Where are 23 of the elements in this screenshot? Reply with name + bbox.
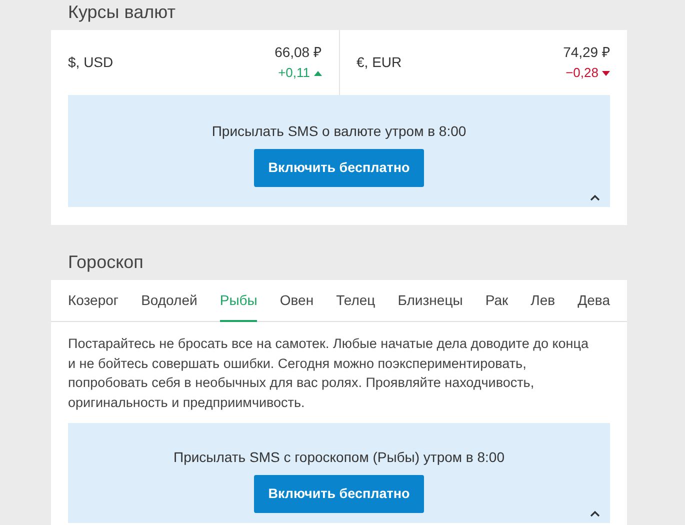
- horoscope-tab[interactable]: Овен: [280, 280, 314, 322]
- horoscope-tab[interactable]: Близнецы: [398, 280, 463, 322]
- collapse-chevron-icon[interactable]: [590, 510, 600, 517]
- rate-change: −0,28: [566, 64, 598, 82]
- horoscope-tab[interactable]: Лев: [530, 280, 556, 322]
- currency-name: €, EUR: [356, 53, 402, 72]
- enable-button[interactable]: Включить бесплатно: [254, 149, 424, 188]
- section-title: Гороскоп: [67, 251, 144, 274]
- rate-value: 74,29 ₽: [563, 43, 610, 62]
- section-title: Курсы валют: [67, 1, 176, 24]
- horoscope-tab[interactable]: Телец: [336, 280, 376, 322]
- rate-value: 66,08 ₽: [274, 43, 322, 62]
- horoscope-tab[interactable]: Дева: [578, 280, 610, 322]
- enable-button[interactable]: Включить бесплатно: [254, 475, 424, 514]
- collapse-chevron-icon[interactable]: [590, 194, 600, 201]
- rate-change: +0,11: [278, 64, 310, 82]
- promo-text: Присылать SMS с гороскопом (Рыбы) утром в 8:00: [172, 448, 506, 467]
- horoscope-tab[interactable]: Водолей: [141, 280, 198, 322]
- currency-name: $, USD: [68, 53, 114, 72]
- forecast-text: Постарайтесь не бросать все на самотек. Любые начатые дела доводите до конца и не бойтесь совершать ошибки. Сегодня можно поэкспериментировать, попробовать себя в необычных для вас ролях. Проявляйте находчивость, оригинальность и предприимчивость.: [67, 335, 590, 412]
- horoscope-tab[interactable]: Козерог: [68, 280, 119, 322]
- promo-text: Присылать SMS о валюте утром в 8:00: [210, 122, 468, 141]
- horoscope-tab[interactable]: Рак: [485, 280, 508, 322]
